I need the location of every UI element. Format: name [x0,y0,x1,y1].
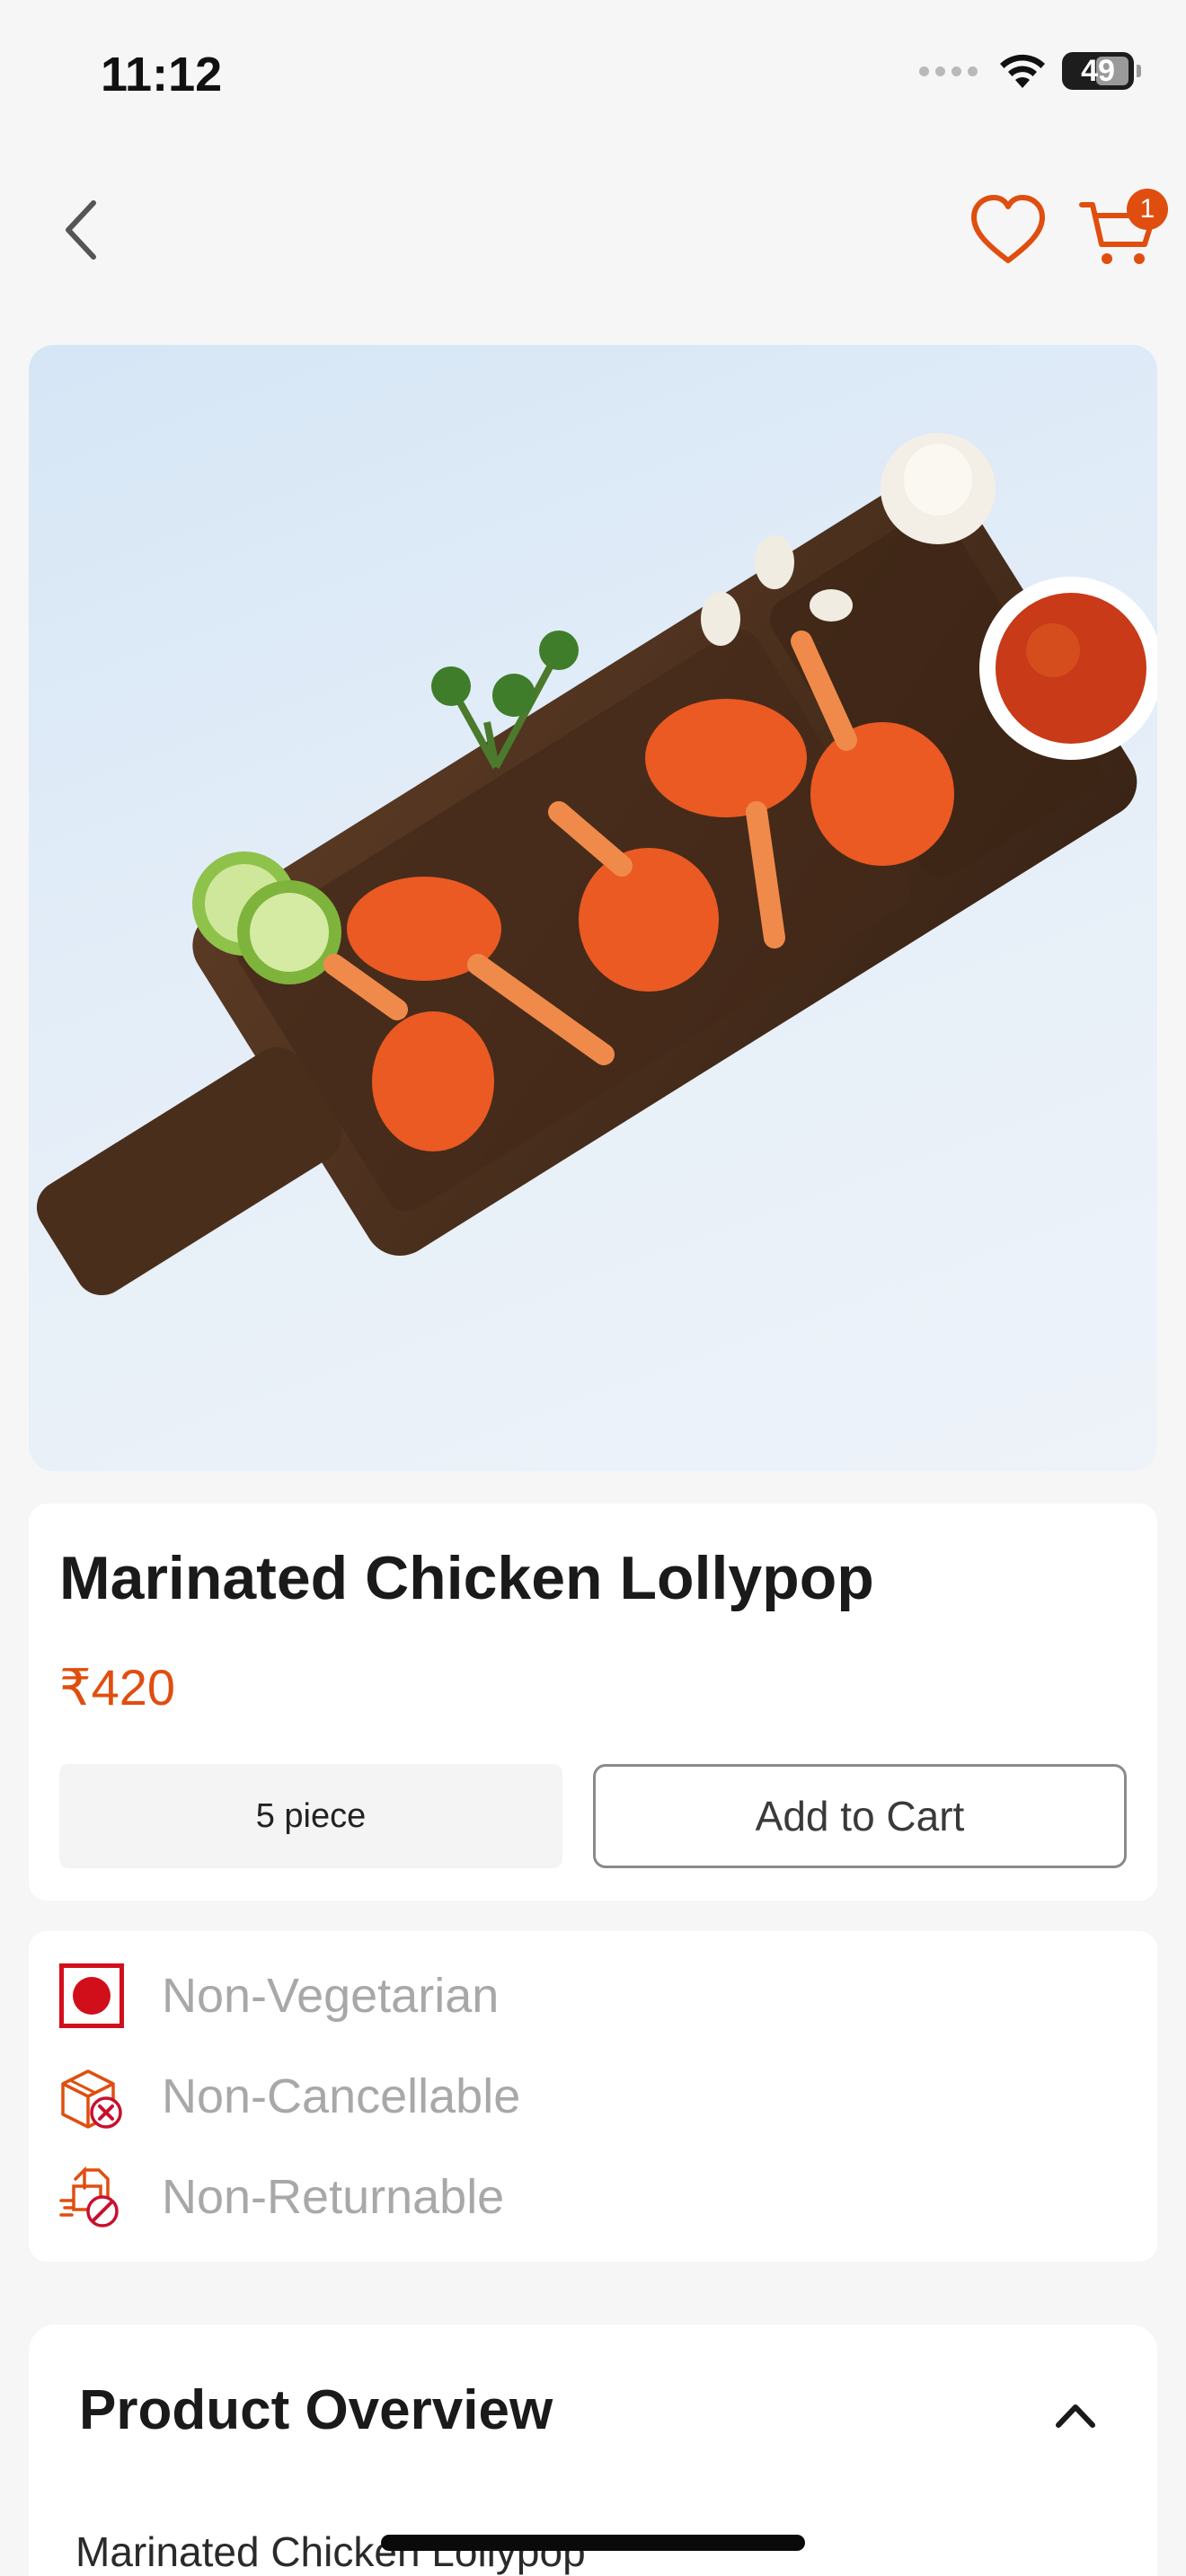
cart-button[interactable]: 1 [1078,189,1168,269]
battery-level: 49 [1081,53,1115,88]
cart-count-badge: 1 [1127,189,1168,230]
status-bar: 11:12 49 [0,0,1186,144]
chevron-left-icon [66,200,96,260]
non-veg-icon [58,1962,126,2030]
wishlist-button[interactable] [969,192,1048,268]
top-nav: 1 [0,171,1186,287]
chevron-up-icon [1056,2404,1095,2428]
status-time: 11:12 [101,48,223,101]
product-info-card: Marinated Chicken Lollypop ₹420 5 piece … [29,1504,1157,1901]
status-icons: 49 [919,52,1141,90]
product-title: Marinated Chicken Lollypop [59,1544,874,1612]
overview-toggle-button[interactable] [1044,2393,1107,2438]
non-cancellable-icon [58,2062,126,2130]
attribute-label: Non-Vegetarian [162,1969,500,2023]
product-price: ₹420 [59,1659,176,1716]
overview-title: Product Overview [79,2379,553,2441]
wifi-icon [1000,54,1045,88]
non-returnable-icon [58,2163,126,2231]
back-button[interactable] [54,196,117,264]
product-image [29,345,1157,1471]
heart-outline-icon [971,195,1045,263]
attribute-non-vegetarian: Non-Vegetarian [58,1960,499,2032]
variant-selector[interactable]: 5 piece [59,1764,562,1868]
product-photo [36,433,1157,1296]
attribute-non-returnable: Non-Returnable [58,2161,504,2233]
cellular-signal-icon [919,66,978,76]
attribute-label: Non-Cancellable [162,2069,521,2123]
attribute-label: Non-Returnable [162,2170,505,2224]
battery-icon: 49 [1062,52,1141,90]
product-attributes-card: Non-Vegetarian Non-Cancellable Non-Retur… [29,1931,1157,2262]
add-to-cart-button[interactable]: Add to Cart [593,1764,1127,1868]
attribute-non-cancellable: Non-Cancellable [58,2060,520,2132]
home-indicator[interactable] [381,2535,805,2551]
